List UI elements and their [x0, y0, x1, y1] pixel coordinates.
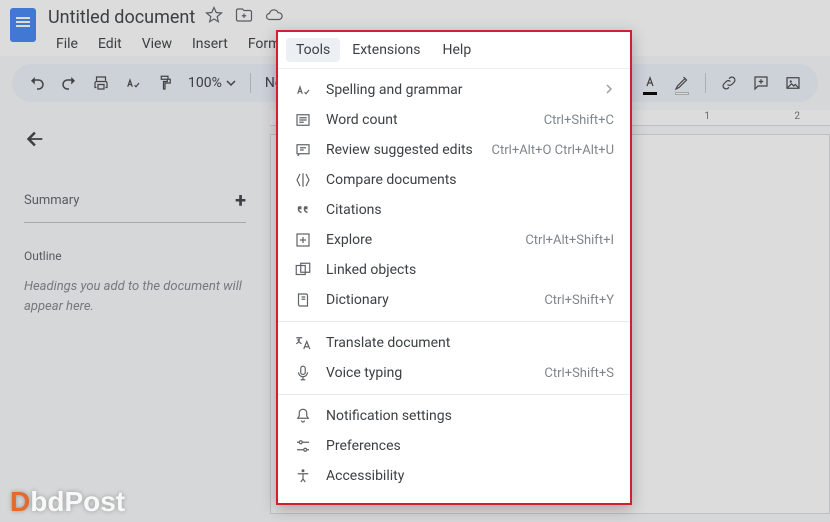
menu-item-shortcut: Ctrl+Alt+O Ctrl+Alt+U: [492, 143, 614, 158]
menu-item-label: Accessibility: [326, 468, 614, 484]
summary-label: Summary: [24, 193, 79, 208]
menu-file[interactable]: File: [48, 32, 86, 56]
submenu-arrow-icon: [604, 82, 614, 98]
menu-item-label: Linked objects: [326, 262, 614, 278]
menu-insert[interactable]: Insert: [184, 32, 236, 56]
compare-icon: [294, 171, 312, 189]
menu-item-review-suggested-edits[interactable]: Review suggested edits Ctrl+Alt+O Ctrl+Al…: [278, 135, 630, 165]
prefs-icon: [294, 437, 312, 455]
cloud-status-icon[interactable]: [265, 6, 283, 28]
outline-label: Outline: [24, 249, 246, 263]
menu-item-label: Preferences: [326, 438, 614, 454]
menu-divider: [278, 321, 630, 322]
menu-item-dictionary[interactable]: Dictionary Ctrl+Shift+Y: [278, 285, 630, 315]
docs-logo-icon[interactable]: [10, 8, 36, 42]
menu-item-label: Citations: [326, 202, 614, 218]
spell-icon: [294, 81, 312, 99]
redo-button[interactable]: [54, 68, 84, 98]
menu-item-spelling-and-grammar[interactable]: Spelling and grammar: [278, 75, 630, 105]
menu-item-shortcut: Ctrl+Shift+C: [544, 113, 614, 128]
menu-item-compare-documents[interactable]: Compare documents: [278, 165, 630, 195]
insert-image-button[interactable]: [778, 68, 808, 98]
menu-item-shortcut: Ctrl+Alt+Shift+I: [525, 233, 614, 248]
review-icon: [294, 141, 312, 159]
menu-item-word-count[interactable]: Word count Ctrl+Shift+C: [278, 105, 630, 135]
menu-item-shortcut: Ctrl+Shift+S: [544, 366, 614, 381]
add-summary-button[interactable]: +: [235, 188, 246, 212]
menu-item-linked-objects[interactable]: Linked objects: [278, 255, 630, 285]
tools-header-help[interactable]: Help: [433, 38, 482, 62]
collapse-outline-button[interactable]: [24, 138, 46, 154]
paint-format-button[interactable]: [150, 68, 180, 98]
add-comment-button[interactable]: [746, 68, 776, 98]
star-icon[interactable]: [205, 6, 223, 28]
menu-item-label: Voice typing: [326, 365, 530, 381]
menu-item-label: Dictionary: [326, 292, 530, 308]
menu-item-citations[interactable]: Citations: [278, 195, 630, 225]
menu-item-label: Notification settings: [326, 408, 614, 424]
linked-icon: [294, 261, 312, 279]
menu-item-label: Compare documents: [326, 172, 614, 188]
tools-dropdown: Tools Extensions Help Spelling and gramm…: [276, 30, 632, 505]
undo-button[interactable]: [22, 68, 52, 98]
menu-item-label: Review suggested edits: [326, 142, 478, 158]
menu-item-translate-document[interactable]: Translate document: [278, 328, 630, 358]
print-button[interactable]: [86, 68, 116, 98]
menu-item-accessibility[interactable]: Accessibility: [278, 461, 630, 491]
insert-link-button[interactable]: [714, 68, 744, 98]
count-icon: [294, 111, 312, 129]
menu-item-preferences[interactable]: Preferences: [278, 431, 630, 461]
outline-empty-hint: Headings you add to the document will ap…: [24, 277, 246, 316]
zoom-dropdown[interactable]: 100%: [182, 75, 242, 91]
voice-icon: [294, 364, 312, 382]
cite-icon: [294, 201, 312, 219]
menu-item-voice-typing[interactable]: Voice typing Ctrl+Shift+S: [278, 358, 630, 388]
outline-sidebar: Summary + Outline Headings you add to th…: [0, 110, 270, 522]
dict-icon: [294, 291, 312, 309]
menu-edit[interactable]: Edit: [90, 32, 130, 56]
menu-item-shortcut: Ctrl+Shift+Y: [544, 293, 614, 308]
translate-icon: [294, 334, 312, 352]
move-icon[interactable]: [235, 6, 253, 28]
access-icon: [294, 467, 312, 485]
menu-item-label: Explore: [326, 232, 511, 248]
menu-divider: [278, 394, 630, 395]
menu-item-label: Word count: [326, 112, 530, 128]
document-title[interactable]: Untitled document: [48, 7, 195, 28]
menu-item-explore[interactable]: Explore Ctrl+Alt+Shift+I: [278, 225, 630, 255]
watermark: DbdPost: [0, 482, 135, 522]
menu-item-label: Spelling and grammar: [326, 82, 590, 98]
spellcheck-button[interactable]: [118, 68, 148, 98]
tools-header-tools[interactable]: Tools: [286, 38, 340, 62]
menu-item-notification-settings[interactable]: Notification settings: [278, 401, 630, 431]
highlight-color-button[interactable]: [667, 68, 697, 98]
menu-view[interactable]: View: [134, 32, 180, 56]
tools-header-extensions[interactable]: Extensions: [342, 38, 430, 62]
text-color-button[interactable]: [635, 68, 665, 98]
bell-icon: [294, 407, 312, 425]
menu-item-label: Translate document: [326, 335, 614, 351]
explore-icon: [294, 231, 312, 249]
